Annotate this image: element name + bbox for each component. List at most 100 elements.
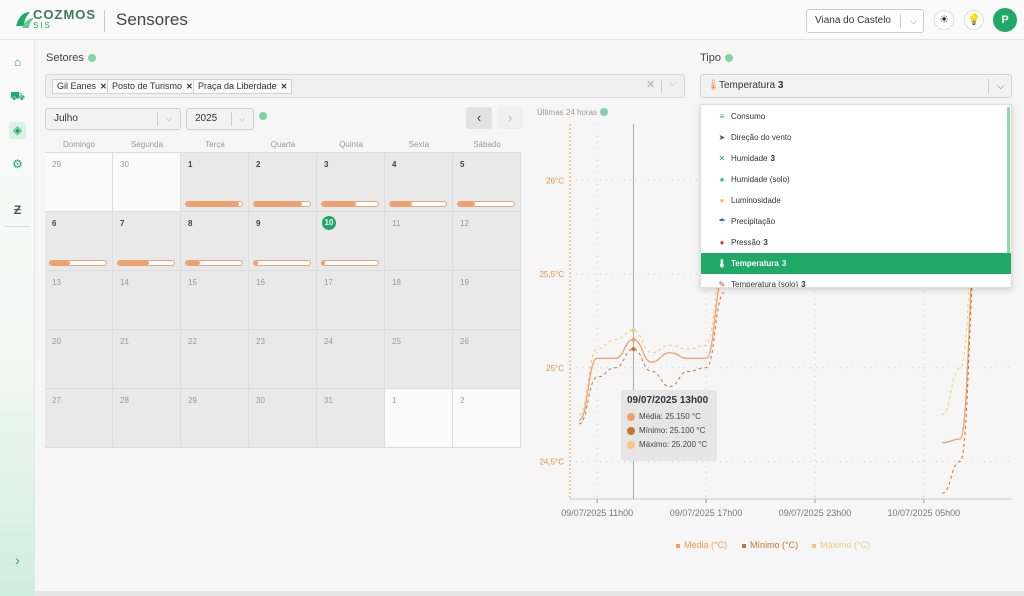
calendar-day-cell[interactable]: 22 xyxy=(181,330,249,389)
calendar-day-cell[interactable]: 19 xyxy=(453,271,521,330)
calendar-day-cell[interactable]: 4 xyxy=(385,153,453,212)
year-select[interactable]: 2025 ⌵ xyxy=(186,108,254,130)
cozmos-icon[interactable]: Ƶ xyxy=(9,202,26,219)
tipo-option[interactable]: ● Luminosidade xyxy=(701,190,1011,211)
calendar-day-cell[interactable]: 1 xyxy=(385,389,453,448)
tipo-option[interactable]: ✎ Temperatura (solo) 3 xyxy=(701,274,1011,288)
calendar-day-cell[interactable]: 11 xyxy=(385,212,453,271)
sectors-multiselect[interactable]: Gil Eanes ✕ Posto de Turismo ✕ Praça da Li… xyxy=(45,74,685,98)
hover-point xyxy=(631,328,636,333)
tipo-option[interactable]: ● Humidade (solo) xyxy=(701,169,1011,190)
calendar-day-cell[interactable]: 2 xyxy=(249,153,317,212)
calendar-day-cell[interactable]: 2 xyxy=(453,389,521,448)
calendar-day-cell[interactable]: 21 xyxy=(113,330,181,389)
tipo-option-icon: ● xyxy=(719,238,725,247)
calendar-day-cell[interactable]: 12 xyxy=(453,212,521,271)
calendar-day-cell[interactable]: 27 xyxy=(45,389,113,448)
chevron-down-icon[interactable]: ⌵ xyxy=(669,78,676,89)
tipo-option-icon: ✎ xyxy=(718,280,726,288)
x-tick-label: 09/07/2025 23h00 xyxy=(779,508,852,518)
day-progress-bar xyxy=(117,260,175,266)
gear-icon[interactable]: ⚙ xyxy=(9,156,26,173)
calendar-day-cell[interactable]: 29 xyxy=(45,153,113,212)
tipo-label: Tipo xyxy=(700,52,733,64)
sector-chip[interactable]: Praça da Liberdade ✕ xyxy=(193,79,293,94)
calendar-day-cell[interactable]: 31 xyxy=(317,389,385,448)
day-number: 2 xyxy=(256,160,261,169)
calendar-day-cell[interactable]: 6 xyxy=(45,212,113,271)
remove-chip-icon[interactable]: ✕ xyxy=(186,82,193,91)
next-month-button[interactable]: › xyxy=(497,107,523,129)
legend-item-minimo[interactable]: Mínimo (°C) xyxy=(742,540,798,550)
calendar-day-cell[interactable]: 13 xyxy=(45,271,113,330)
day-number: 16 xyxy=(256,278,265,287)
chevron-down-icon[interactable]: ⌵ xyxy=(997,75,1004,97)
calendar-day-cell[interactable]: 14 xyxy=(113,271,181,330)
calendar-day-cell[interactable]: 28 xyxy=(113,389,181,448)
avatar[interactable]: P xyxy=(993,8,1017,32)
day-progress-bar xyxy=(321,260,379,266)
calendar-day-cell[interactable]: 30 xyxy=(249,389,317,448)
remove-chip-icon[interactable]: ✕ xyxy=(281,82,288,91)
calendar-day-cell[interactable]: 8 xyxy=(181,212,249,271)
tooltip-row: Máximo: 25.200 °C xyxy=(627,438,711,452)
calendar-day-cell[interactable]: 9 xyxy=(249,212,317,271)
tipo-option[interactable]: ➤ Direção do vento xyxy=(701,127,1011,148)
calendar-day-cell[interactable]: 24 xyxy=(317,330,385,389)
tipo-option[interactable]: ≡ Consumo xyxy=(701,106,1011,127)
day-number: 14 xyxy=(120,278,129,287)
lightbulb-icon[interactable]: 💡 xyxy=(964,10,984,30)
calendar-day-cell[interactable]: 20 xyxy=(45,330,113,389)
home-icon[interactable]: ⌂ xyxy=(9,54,26,71)
chevron-right-icon[interactable]: › xyxy=(9,552,26,569)
tipo-option-icon: ● xyxy=(719,196,725,205)
tractor-icon[interactable]: ⛟ xyxy=(9,88,26,105)
weekday-label: Quinta xyxy=(339,140,363,149)
day-number: 11 xyxy=(392,219,401,228)
clear-icon[interactable]: ✕ xyxy=(646,78,655,91)
remove-chip-icon[interactable]: ✕ xyxy=(100,82,107,91)
calendar-day-cell[interactable]: 17 xyxy=(317,271,385,330)
calendar-day-cell[interactable]: 30 xyxy=(113,153,181,212)
x-tick-label: 09/07/2025 17h00 xyxy=(670,508,743,518)
chip-icon[interactable]: ◈ xyxy=(9,122,26,139)
sector-chip[interactable]: Gil Eanes ✕ xyxy=(52,79,112,94)
calendar-day-cell[interactable]: 7 xyxy=(113,212,181,271)
tipo-option[interactable]: ☂ Precipitação xyxy=(701,211,1011,232)
calendar-day-cell[interactable]: 29 xyxy=(181,389,249,448)
sun-icon[interactable]: ☀ xyxy=(934,10,954,30)
month-select[interactable]: Julho ⌵ xyxy=(45,108,181,130)
year-select-value: 2025 xyxy=(195,113,218,124)
weekday-label: Sábado xyxy=(473,140,501,149)
legend-item-maximo[interactable]: Máximo (°C) xyxy=(812,540,870,550)
calendar-day-cell[interactable]: 5 xyxy=(453,153,521,212)
calendar-day-cell[interactable]: 15 xyxy=(181,271,249,330)
info-icon[interactable] xyxy=(87,54,96,63)
tipo-select[interactable]: 🌡 Temperatura 3 ⌵ xyxy=(700,74,1012,98)
tipo-option[interactable]: 🌡 Temperatura 3 xyxy=(701,253,1011,274)
weekday-label: Terça xyxy=(205,140,225,149)
info-icon[interactable] xyxy=(725,54,733,63)
logo-subtext: SIS xyxy=(33,21,52,30)
prev-month-button[interactable]: ‹ xyxy=(466,107,492,129)
calendar-day-cell[interactable]: 10 xyxy=(317,212,385,271)
tipo-option[interactable]: ✕ Humidade 3 xyxy=(701,148,1011,169)
page-title: Sensores xyxy=(116,10,188,29)
calendar-day-cell[interactable]: 3 xyxy=(317,153,385,212)
calendar-day-cell[interactable]: 16 xyxy=(249,271,317,330)
legend-item-media[interactable]: Média (°C) xyxy=(676,540,727,550)
calendar-day-cell[interactable]: 26 xyxy=(453,330,521,389)
day-number: 6 xyxy=(52,219,57,228)
tipo-option-count: 3 xyxy=(801,280,806,288)
calendar-day-cell[interactable]: 23 xyxy=(249,330,317,389)
x-tick-label: 09/07/2025 11h00 xyxy=(561,508,633,518)
calendar-day-cell[interactable]: 25 xyxy=(385,330,453,389)
calendar-day-cell[interactable]: 1 xyxy=(181,153,249,212)
tipo-option-icon: ➤ xyxy=(718,133,726,142)
tipo-option[interactable]: ● Pressão 3 xyxy=(701,232,1011,253)
calendar-day-cell[interactable]: 18 xyxy=(385,271,453,330)
location-select[interactable]: Viana do Castelo ⌵ xyxy=(806,9,924,33)
day-progress-fill xyxy=(254,261,259,265)
sector-chip[interactable]: Posto de Turismo ✕ xyxy=(107,79,198,94)
info-icon[interactable] xyxy=(259,112,267,120)
